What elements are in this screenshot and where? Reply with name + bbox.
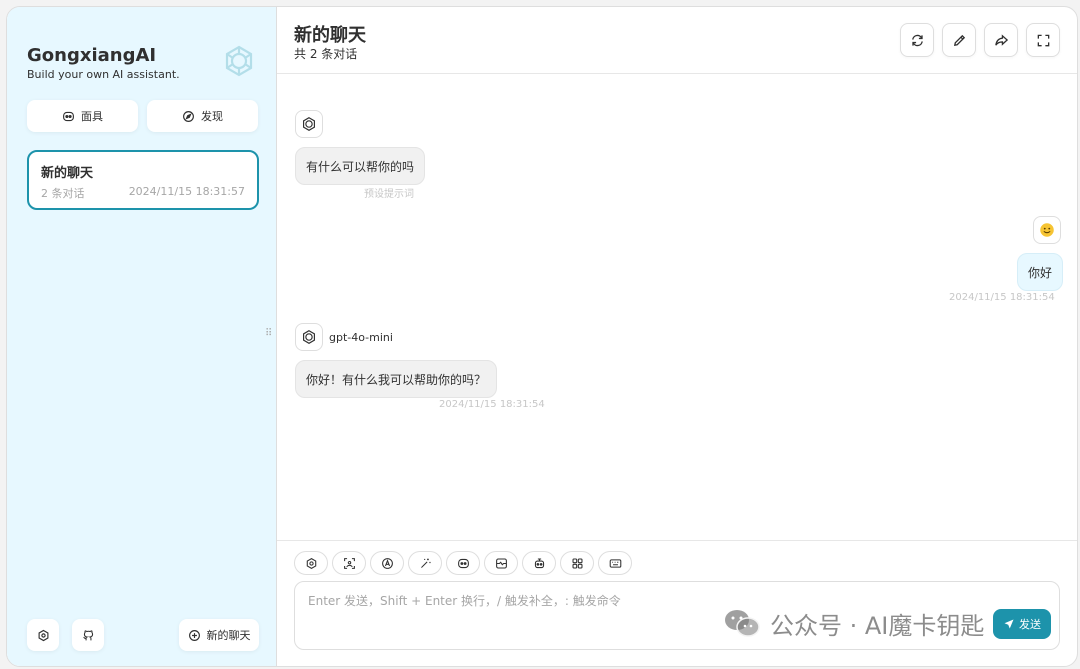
chat-item-title: 新的聊天 (41, 166, 94, 181)
plus-circle-icon (188, 629, 200, 641)
share-arrow-icon (994, 33, 1008, 46)
watermark-text: 公众号 · AI魔卡钥匙 (770, 611, 985, 640)
bot-avatar (295, 110, 323, 138)
refresh-title-button[interactable] (900, 23, 934, 57)
message-timestamp: 2024/11/15 18:31:54 (439, 399, 545, 410)
magic-wand-icon (420, 558, 431, 568)
grid-icon (572, 558, 582, 568)
message-bubble-bot: 你好！有什么我可以帮助你的吗？ (295, 360, 498, 398)
shortcut-tool[interactable] (598, 551, 632, 575)
new-chat-button-label: 新的聊天 (206, 629, 251, 642)
new-chat-button[interactable]: 新的聊天 (179, 619, 259, 651)
openai-logo-icon (303, 330, 315, 344)
mask-button[interactable]: 面具 (27, 100, 138, 132)
message-timestamp: 2024/11/15 18:31:54 (949, 292, 1055, 303)
bot-avatar (295, 323, 323, 351)
mask-button-label: 面具 (81, 110, 103, 123)
mask-tool[interactable] (446, 551, 480, 575)
image-scan-icon (343, 557, 355, 569)
model-name: gpt-4o-mini (329, 331, 393, 344)
plugins-tool[interactable] (560, 551, 594, 575)
sidebar-resize-handle[interactable]: ⠿ (265, 329, 275, 346)
chat-settings-tool[interactable] (294, 551, 328, 575)
wechat-logo-icon (725, 610, 760, 637)
watermark: 公众号 · AI魔卡钥匙 (722, 606, 984, 640)
openai-logo-icon (225, 45, 253, 77)
clear-context-tool[interactable] (484, 551, 518, 575)
github-icon (82, 629, 93, 640)
keyboard-icon (609, 558, 621, 568)
upload-image-tool[interactable] (332, 551, 366, 575)
settings-button[interactable] (27, 619, 59, 651)
mask-icon (457, 558, 469, 568)
chat-list-item[interactable]: 新的聊天 2 条对话 2024/11/15 18:31:57 (27, 150, 259, 210)
discover-button-label: 发现 (201, 110, 223, 123)
user-avatar (1033, 216, 1061, 244)
model-switch-tool[interactable] (522, 551, 556, 575)
fullscreen-button[interactable] (1026, 23, 1060, 57)
message-bubble-bot: 有什么可以帮你的吗 (295, 147, 426, 185)
compass-icon (183, 110, 194, 122)
edit-button[interactable] (942, 23, 976, 57)
brand-title: GongxiangAI (27, 45, 157, 66)
message-meta: 预设提示词 (364, 189, 414, 200)
chat-item-count: 2 条对话 (41, 187, 85, 200)
theme-tool[interactable] (370, 551, 404, 575)
robot-icon (534, 558, 544, 568)
message-text: 有什么可以帮你的吗 (306, 159, 415, 174)
message-text: 你好！有什么我可以帮助你的吗？ (306, 372, 487, 387)
send-icon (1004, 619, 1014, 629)
auto-theme-icon (381, 557, 393, 569)
chat-item-time: 2024/11/15 18:31:57 (128, 185, 245, 198)
message-text: 你好 (1028, 265, 1053, 280)
page-title: 新的聊天 (294, 25, 366, 46)
brand-subtitle: Build your own AI assistant. (27, 68, 180, 81)
prompt-tool[interactable] (408, 551, 442, 575)
send-button-label: 发送 (1019, 618, 1041, 631)
composer: Enter 发送，Shift + Enter 换行，/ 触发补全，: 触发命令 … (277, 540, 1077, 666)
gear-icon (38, 629, 48, 641)
refresh-icon (911, 34, 923, 46)
maximize-icon (1037, 34, 1049, 46)
github-button[interactable] (72, 619, 104, 651)
break-icon (495, 558, 507, 568)
pencil-icon (953, 34, 965, 46)
chat-header: 新的聊天 共 2 条对话 (277, 7, 1077, 74)
sidebar: GongxiangAI Build your own AI assistant.… (7, 7, 277, 666)
share-button[interactable] (984, 23, 1018, 57)
message-count: 共 2 条对话 (294, 47, 358, 61)
send-button[interactable]: 发送 (993, 609, 1051, 639)
smiley-emoji-icon (1040, 223, 1054, 237)
mask-icon (63, 111, 74, 121)
discover-button[interactable]: 发现 (147, 100, 258, 132)
app-window: GongxiangAI Build your own AI assistant.… (6, 6, 1078, 667)
openai-logo-icon (303, 117, 315, 131)
chat-main: 新的聊天 共 2 条对话 有什么可以帮你的吗 预设提示词 你好 2024/11/… (277, 7, 1077, 666)
gear-icon (306, 557, 316, 569)
message-bubble-user: 你好 (1017, 253, 1064, 291)
